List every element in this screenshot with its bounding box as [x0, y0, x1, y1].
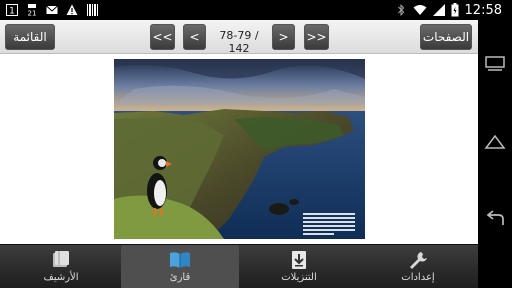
status-bar: 1 21 12:58 — [0, 0, 512, 20]
barcode-icon — [87, 4, 98, 16]
system-navigation-bar — [478, 20, 512, 288]
previous-page-button[interactable]: < — [183, 24, 206, 50]
back-icon[interactable] — [483, 210, 507, 230]
reader-app: القائمة << < 78-79 / 142 > >> الصفحات ال… — [0, 20, 478, 288]
bluetooth-icon — [397, 4, 404, 16]
home-icon[interactable] — [483, 132, 507, 152]
reader-toolbar: القائمة << < 78-79 / 142 > >> الصفحات — [0, 20, 478, 55]
warning-icon — [66, 4, 78, 15]
next-page-button[interactable]: > — [272, 24, 295, 50]
puffin-cliff-photo — [114, 59, 365, 239]
wrench-icon — [410, 252, 427, 269]
pages-button[interactable]: الصفحات — [420, 24, 472, 50]
clock: 12:58 — [464, 2, 502, 18]
tab-settings[interactable]: إعدادات — [359, 245, 477, 288]
calendar-day: 21 — [28, 10, 37, 17]
calendar-icon: 21 — [28, 4, 37, 17]
last-page-button[interactable]: >> — [304, 24, 329, 50]
photo-caption-text — [303, 213, 355, 237]
tab-settings-label: إعدادات — [401, 272, 435, 283]
tab-downloads-label: التنزيلات — [281, 272, 317, 283]
magazine-spread-image[interactable] — [114, 59, 365, 239]
mail-icon — [46, 5, 58, 14]
recents-icon[interactable] — [483, 54, 507, 74]
wifi-icon — [413, 5, 427, 15]
page-indicator: 78-79 / 142 — [219, 29, 259, 55]
tab-archive[interactable]: الأرشيف — [2, 245, 120, 288]
tab-downloads[interactable]: التنزيلات — [240, 245, 358, 288]
books-icon — [53, 251, 69, 267]
download-icon — [292, 251, 306, 269]
open-book-icon — [170, 252, 190, 268]
notification-icon: 1 — [6, 4, 18, 16]
signal-icon — [432, 4, 445, 16]
battery-icon — [451, 3, 459, 17]
tab-archive-label: الأرشيف — [43, 272, 79, 283]
list-button[interactable]: القائمة — [5, 24, 55, 50]
bottom-navigation: الأرشيف قارئ التنزيلات إعدادات — [0, 244, 478, 288]
tab-reader-label: قارئ — [169, 272, 191, 283]
notification-badge: 1 — [9, 7, 15, 17]
page-viewer[interactable] — [0, 55, 478, 243]
tab-reader[interactable]: قارئ — [121, 245, 239, 288]
first-page-button[interactable]: << — [150, 24, 175, 50]
